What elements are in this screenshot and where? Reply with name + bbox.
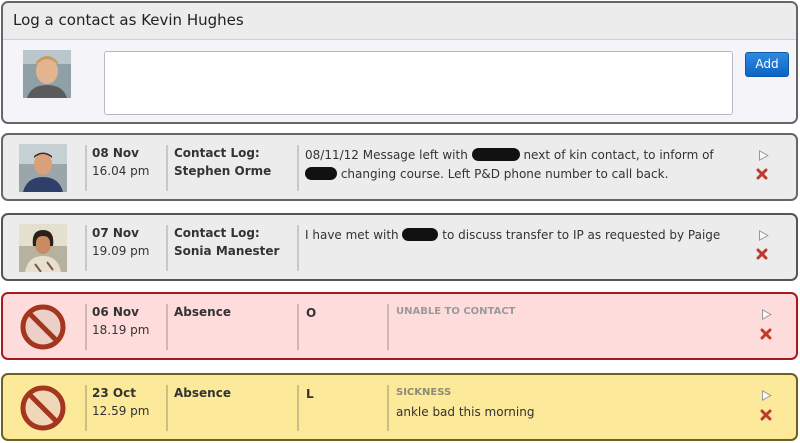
divider [85,304,87,350]
delete-x-icon[interactable] [760,328,772,340]
message-text: to discuss transfer to IP as requested b… [438,228,721,242]
entry-type: Contact Log: [174,146,260,160]
redaction [305,167,337,180]
absence-code: L [306,387,314,401]
divider [297,304,299,350]
absence-note: ankle bad this morning [396,405,535,419]
entry-type: Contact Log: [174,226,260,240]
entry-message: 08/11/12 Message left with next of kin c… [305,146,723,184]
play-icon[interactable] [758,150,769,161]
delete-x-icon[interactable] [756,168,768,180]
divider [166,145,168,191]
delete-x-icon[interactable] [760,409,772,421]
author-photo [19,144,67,192]
divider [166,385,168,431]
log-contact-header: Log a contact as Kevin Hughes [3,3,796,40]
entry-author: Stephen Orme [174,164,272,178]
divider [387,304,389,350]
author-photo [19,224,67,272]
no-entry-icon [20,385,66,431]
log-contact-panel: Log a contact as Kevin Hughes Add [1,1,798,124]
message-text: next of kin contact, to inform of [519,148,714,162]
entry-time: 12.59 pm [92,404,150,418]
divider [297,145,299,191]
redaction [471,148,520,161]
play-icon[interactable] [761,390,772,401]
divider [85,385,87,431]
absence-code: O [306,306,317,320]
delete-x-icon[interactable] [756,248,768,260]
entry-date: 06 Nov [92,305,139,319]
list-item: 23 Oct 12.59 pm Absence L SICKNESS ankle… [1,373,798,441]
entry-time: 18.19 pm [92,323,150,337]
redaction [402,228,439,241]
entry-time: 16.04 pm [92,164,150,178]
entry-date: 23 Oct [92,386,136,400]
entry-message: I have met with to discuss transfer to I… [305,226,723,245]
log-contact-title: Log a contact as Kevin Hughes [13,11,244,29]
list-item: 07 Nov 19.09 pm Contact Log: Sonia Manes… [1,213,798,281]
entry-author: Sonia Manester [174,244,280,258]
play-icon[interactable] [761,309,772,320]
divider [297,385,299,431]
divider [85,225,87,271]
list-item: 08 Nov 16.04 pm Contact Log: Stephen Orm… [1,133,798,201]
divider [166,304,168,350]
list-item: 06 Nov 18.19 pm Absence O UNABLE TO CONT… [1,292,798,360]
entry-date: 08 Nov [92,146,139,160]
divider [85,145,87,191]
divider [387,385,389,431]
divider [297,225,299,271]
divider [166,225,168,271]
entry-date: 07 Nov [92,226,139,240]
entry-time: 19.09 pm [92,244,150,258]
message-text: 08/11/12 Message left with [305,148,472,162]
add-button[interactable]: Add [745,52,789,77]
contact-text-input[interactable] [104,51,733,115]
avatar [23,50,71,98]
absence-reason: UNABLE TO CONTACT [396,306,516,317]
entry-type: Absence [174,305,231,319]
message-text: I have met with [305,228,403,242]
entry-type: Absence [174,386,231,400]
play-icon[interactable] [758,230,769,241]
absence-reason: SICKNESS [396,387,452,398]
no-entry-icon [20,304,66,350]
message-text: changing course. Left P&D phone number t… [337,167,669,181]
